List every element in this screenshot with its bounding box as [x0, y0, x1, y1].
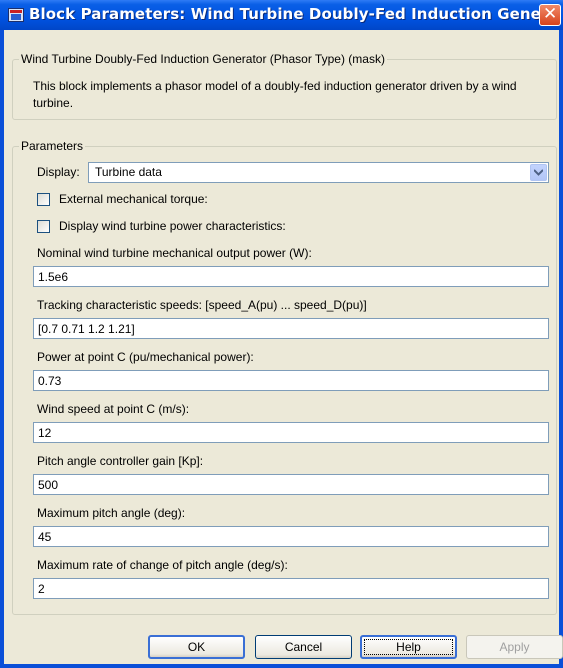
- pitch-gain-label: Pitch angle controller gain [Kp]:: [37, 454, 204, 468]
- cancel-button[interactable]: Cancel: [255, 635, 352, 659]
- external-torque-checkbox[interactable]: [37, 193, 50, 206]
- apply-button[interactable]: Apply: [466, 635, 563, 659]
- close-button[interactable]: ✕: [539, 4, 561, 26]
- chevron-down-icon[interactable]: [530, 164, 547, 181]
- wind-speed-c-field[interactable]: [33, 422, 549, 443]
- max-pitch-rate-field[interactable]: [33, 578, 549, 599]
- mask-group-title: Wind Turbine Doubly-Fed Induction Genera…: [21, 52, 385, 66]
- display-select-value: Turbine data: [95, 165, 162, 179]
- focus-rect: [364, 639, 453, 655]
- external-torque-label: External mechanical torque:: [59, 192, 208, 206]
- ok-button[interactable]: OK: [148, 635, 245, 659]
- nominal-power-field[interactable]: [33, 266, 549, 287]
- mask-description: This block implements a phasor model of …: [33, 79, 517, 110]
- display-power-characteristics-checkbox[interactable]: [37, 220, 50, 233]
- wind-speed-c-label: Wind speed at point C (m/s):: [37, 402, 190, 416]
- pitch-gain-field[interactable]: [33, 474, 549, 495]
- display-power-characteristics-label: Display wind turbine power characteristi…: [59, 219, 286, 233]
- max-pitch-angle-field[interactable]: [33, 526, 549, 547]
- help-button[interactable]: Help: [360, 635, 457, 659]
- power-point-c-label: Power at point C (pu/mechanical power):: [37, 350, 254, 364]
- display-label: Display:: [37, 165, 80, 179]
- title-bar[interactable]: Block Parameters: Wind Turbine Doubly-Fe…: [0, 0, 563, 30]
- close-icon: ✕: [543, 4, 558, 24]
- parameters-group-title: Parameters: [21, 139, 84, 153]
- power-point-c-field[interactable]: [33, 370, 549, 391]
- max-pitch-rate-label: Maximum rate of change of pitch angle (d…: [37, 558, 288, 572]
- block-parameters-dialog: Block Parameters: Wind Turbine Doubly-Fe…: [0, 0, 563, 668]
- max-pitch-angle-label: Maximum pitch angle (deg):: [37, 506, 186, 520]
- simulink-block-icon: [8, 7, 24, 23]
- display-select[interactable]: Turbine data: [88, 162, 549, 183]
- nominal-power-label: Nominal wind turbine mechanical output p…: [37, 246, 312, 260]
- window-title: Block Parameters: Wind Turbine Doubly-Fe…: [29, 5, 559, 23]
- tracking-speeds-label: Tracking characteristic speeds: [speed_A…: [37, 298, 367, 312]
- tracking-speeds-field[interactable]: [33, 318, 549, 339]
